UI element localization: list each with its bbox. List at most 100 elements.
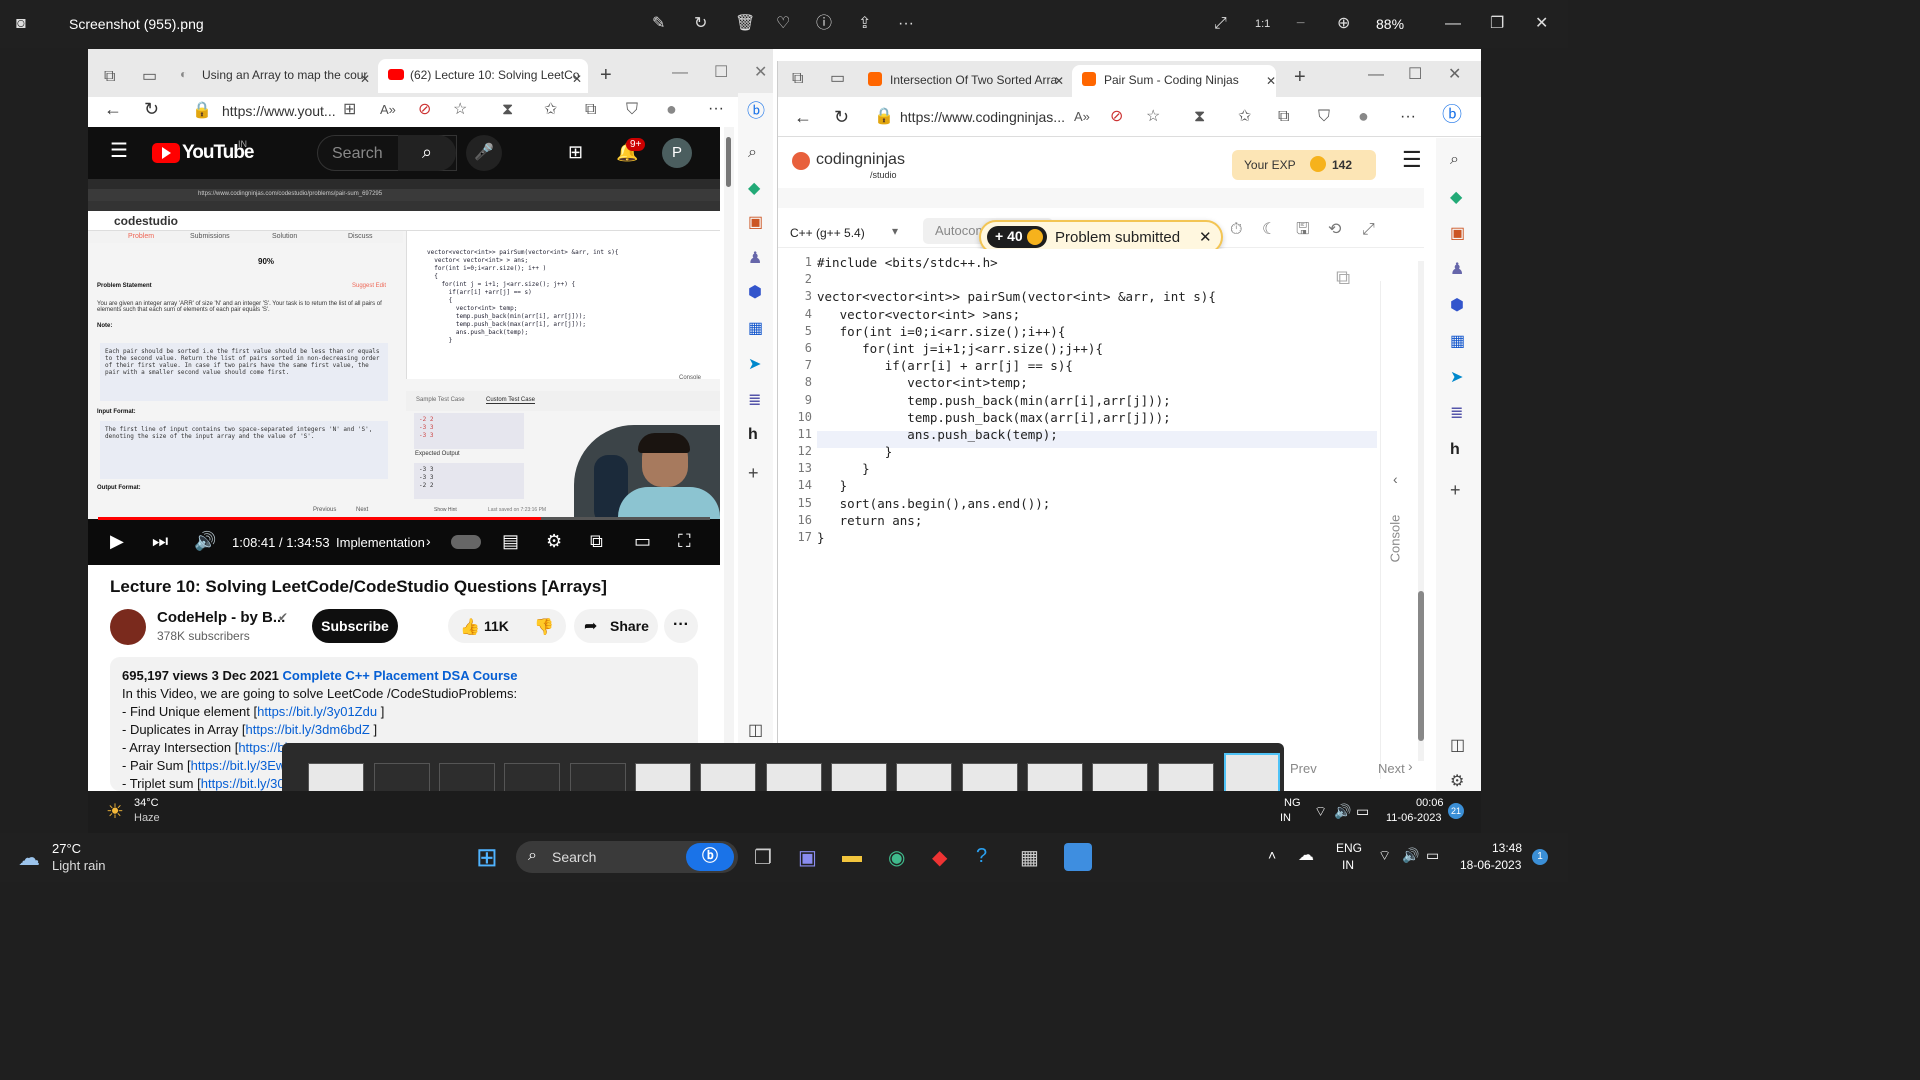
edge-browser-icon[interactable]: ◉ bbox=[888, 845, 905, 870]
apps-icon[interactable]: ⊞ bbox=[343, 102, 356, 118]
shield-icon[interactable]: ⛉ bbox=[626, 102, 638, 118]
create-video-icon[interactable]: ⊞ bbox=[568, 143, 583, 161]
search-button[interactable]: ⌕ bbox=[398, 135, 456, 171]
games-icon[interactable]: ♟ bbox=[748, 251, 762, 267]
tracking-icon[interactable]: ⊘ bbox=[418, 102, 431, 118]
tab-actions-icon[interactable]: ▭ bbox=[830, 71, 845, 87]
tracking-icon[interactable]: ⊘ bbox=[1110, 109, 1123, 125]
code-editor[interactable]: 1 2 3 4 5 6 7 8 9 10 11 12 13 14 15 16 17 #include <bits… bbox=[778, 249, 1378, 779]
search-icon[interactable]: ⌕ bbox=[748, 145, 757, 161]
voice-search-button[interactable]: 🎤 bbox=[466, 135, 502, 171]
code-line[interactable]: vector<int>temp; bbox=[817, 375, 1377, 392]
zoom-out-icon[interactable]: − bbox=[1296, 16, 1305, 32]
workspaces-icon[interactable]: ⧉ bbox=[792, 71, 803, 87]
subscribe-button[interactable]: Subscribe bbox=[312, 609, 398, 643]
playlist-link[interactable]: Complete C++ Placement DSA Course bbox=[282, 668, 517, 683]
minimize-icon[interactable]: — bbox=[672, 65, 688, 81]
progress-track[interactable] bbox=[98, 517, 710, 520]
favorite-star-icon[interactable]: ☆ bbox=[453, 102, 467, 118]
exp-badge[interactable]: Your EXP 142 bbox=[1232, 150, 1376, 180]
collections-icon[interactable]: ⧉ bbox=[585, 102, 596, 118]
new-tab-icon[interactable]: + bbox=[600, 65, 612, 85]
taskbar-search-input[interactable]: ⌕ Search ⓑ bbox=[516, 841, 738, 873]
photos-icon[interactable] bbox=[1064, 843, 1092, 871]
code-line[interactable]: for(int j=i+1;j<arr.size();j++){ bbox=[817, 341, 1377, 358]
settings-gear-icon[interactable]: ⚙ bbox=[546, 532, 562, 550]
battery-icon[interactable]: ▭ bbox=[1356, 803, 1369, 820]
tab-intersection[interactable]: Intersection Of Two Sorted Arra bbox=[858, 65, 1064, 97]
chevron-up-icon[interactable]: ˄ bbox=[1268, 847, 1276, 863]
notification-badge[interactable]: 1 bbox=[1532, 849, 1548, 865]
fullscreen-icon[interactable]: ⛶ bbox=[678, 532, 691, 550]
codingninjas-logo-icon[interactable] bbox=[792, 152, 810, 170]
close-tab-icon[interactable]: ✕ bbox=[360, 71, 370, 87]
code-line[interactable]: temp.push_back(max(arr[i],arr[j])); bbox=[817, 410, 1377, 427]
timer-icon[interactable]: ⏱ bbox=[1230, 222, 1242, 238]
close-tab-icon[interactable]: ✕ bbox=[1266, 73, 1276, 89]
more-icon[interactable]: ··· bbox=[898, 16, 914, 32]
region[interactable]: IN bbox=[1342, 858, 1354, 872]
tools-icon[interactable]: ▣ bbox=[748, 215, 763, 231]
shopping-icon[interactable]: ◆ bbox=[748, 181, 760, 197]
code-line[interactable]: vector<vector<int>> pairSum(vector<int> … bbox=[817, 289, 1377, 306]
description-link[interactable]: https://bit.ly/3Ew bbox=[191, 758, 286, 773]
bing-icon[interactable]: ⓑ bbox=[747, 102, 765, 120]
list-icon[interactable]: ≣ bbox=[748, 393, 761, 409]
shopping-icon[interactable]: ◆ bbox=[1450, 190, 1462, 206]
refresh-icon[interactable]: ↻ bbox=[834, 108, 849, 126]
sidebar-toggle-icon[interactable]: ◫ bbox=[748, 723, 763, 739]
maximize-icon[interactable]: ☐ bbox=[1408, 67, 1422, 83]
tab-actions-icon[interactable]: ▭ bbox=[142, 69, 157, 85]
language-select[interactable]: C++ (g++ 5.4) bbox=[790, 226, 865, 240]
toast-close-icon[interactable]: ✕ bbox=[1199, 228, 1212, 246]
outlook-icon[interactable]: ▦ bbox=[1450, 334, 1465, 350]
edit-icon[interactable]: ✎ bbox=[652, 16, 665, 32]
autoplay-toggle[interactable] bbox=[451, 535, 481, 549]
next-button[interactable]: Next bbox=[1378, 761, 1405, 776]
miniplayer-icon[interactable]: ⧉ bbox=[590, 532, 603, 550]
like-icon[interactable]: 👍 bbox=[460, 617, 480, 637]
collections-icon[interactable]: ⧉ bbox=[1278, 109, 1289, 125]
search-icon[interactable]: ⌕ bbox=[1450, 152, 1459, 168]
code-line[interactable]: #include <bits/stdc++.h> bbox=[817, 255, 1377, 272]
share-icon[interactable]: ⇪ bbox=[858, 16, 871, 32]
h-app-icon[interactable]: h bbox=[1450, 442, 1460, 458]
tab-array-map[interactable]: Using an Array to map the cour ◐ bbox=[170, 59, 370, 93]
expand-icon[interactable]: ⤢ bbox=[1362, 222, 1375, 238]
channel-name[interactable]: CodeHelp - by B... bbox=[157, 609, 285, 626]
close-icon[interactable]: ✕ bbox=[1535, 16, 1548, 32]
shield-icon[interactable]: ⛉ bbox=[1318, 109, 1330, 125]
actual-size-icon[interactable]: 1:1 bbox=[1255, 16, 1270, 32]
outlook-icon[interactable]: ▦ bbox=[748, 321, 763, 337]
refresh-icon[interactable]: ↻ bbox=[144, 100, 159, 118]
list-icon[interactable]: ≣ bbox=[1450, 406, 1463, 422]
scrollbar-thumb[interactable] bbox=[726, 137, 731, 187]
close-tab-icon[interactable]: ✕ bbox=[572, 71, 582, 87]
office-icon[interactable]: ⬢ bbox=[748, 285, 762, 301]
chevron-right-icon[interactable]: › bbox=[1408, 758, 1413, 774]
chevron-left-icon[interactable]: ‹ bbox=[1393, 471, 1398, 487]
next-video-icon[interactable]: ⏭ bbox=[152, 532, 168, 550]
read-aloud-icon[interactable]: A» bbox=[1074, 109, 1090, 125]
more-actions-button[interactable]: ··· bbox=[664, 609, 698, 643]
menu-icon[interactable]: ··· bbox=[1400, 109, 1416, 125]
code-line[interactable]: } bbox=[817, 444, 1377, 461]
tools-icon[interactable]: ▣ bbox=[1450, 226, 1465, 242]
right-page-scrollbar[interactable] bbox=[1418, 261, 1424, 761]
favorite-icon[interactable]: ♡ bbox=[776, 16, 790, 32]
workspaces-icon[interactable]: ⧉ bbox=[104, 69, 115, 85]
sidebar-toggle-icon[interactable]: ◫ bbox=[1450, 738, 1465, 754]
date[interactable]: 18-06-2023 bbox=[1460, 858, 1521, 872]
tab-pair-sum[interactable]: Pair Sum - Coding Ninjas bbox=[1072, 65, 1276, 97]
favorites-icon[interactable]: ✩ bbox=[1238, 109, 1251, 125]
description-link[interactable]: https://bi bbox=[238, 740, 287, 755]
send-icon[interactable]: ➤ bbox=[1450, 370, 1463, 386]
settings-gear-icon[interactable]: ⚙ bbox=[1450, 774, 1464, 790]
code-line[interactable]: } bbox=[817, 461, 1377, 478]
back-icon[interactable]: ← bbox=[794, 108, 812, 126]
delete-icon[interactable]: 🗑 bbox=[735, 16, 755, 32]
wifi-icon[interactable]: ⌔ bbox=[1378, 847, 1391, 865]
code-line[interactable] bbox=[817, 272, 1377, 289]
back-icon[interactable]: ← bbox=[104, 100, 122, 118]
code-line[interactable]: for(int i=0;i<arr.size();i++){ bbox=[817, 324, 1377, 341]
